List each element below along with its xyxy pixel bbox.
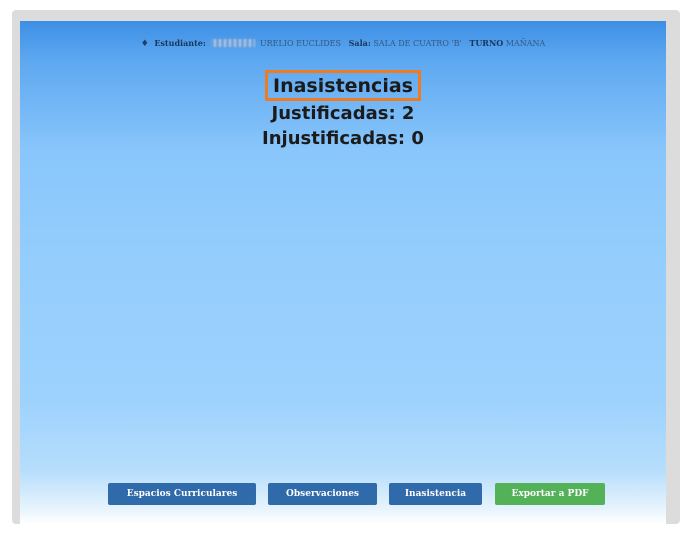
absences-summary: Inasistencias Justificadas: 2 Injustific… (20, 70, 666, 151)
redacted-student-name (211, 39, 256, 47)
classroom-value: SALA DE CUATRO 'B' (373, 39, 462, 48)
export-pdf-button[interactable]: Exportar a PDF (495, 483, 605, 505)
unjustified-count: Injustificadas: 0 (262, 128, 424, 149)
shift-value: MAÑANA (505, 39, 546, 48)
absence-button[interactable]: Inasistencia (389, 483, 482, 505)
justified-count: Justificadas: 2 (271, 103, 415, 124)
shift-label: TURNO (469, 38, 504, 48)
action-buttons: Espacios Curriculares Observaciones Inas… (20, 483, 666, 505)
classroom-label: Sala: (348, 38, 371, 48)
person-icon: ♦ (140, 39, 149, 49)
observations-button[interactable]: Observaciones (268, 483, 377, 505)
student-info-bar: ♦ Estudiante: URELIO EUCLIDES Sala: SALA… (20, 38, 666, 49)
curricular-spaces-button[interactable]: Espacios Curriculares (108, 483, 256, 505)
student-report-panel: ♦ Estudiante: URELIO EUCLIDES Sala: SALA… (20, 21, 666, 524)
absences-title: Inasistencias (265, 70, 421, 101)
student-label: Estudiante: (154, 38, 206, 48)
student-name: URELIO EUCLIDES (259, 39, 341, 48)
